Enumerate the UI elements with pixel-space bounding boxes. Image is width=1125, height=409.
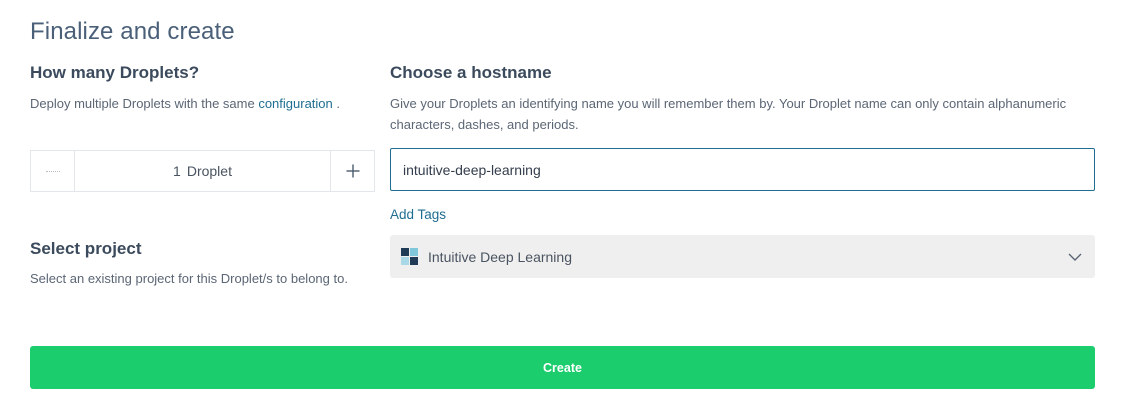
- droplet-count-heading: How many Droplets?: [30, 63, 200, 82]
- hostname-heading: Choose a hostname: [390, 63, 552, 82]
- project-icon-cell: [410, 257, 418, 265]
- project-icon-cell: [410, 248, 418, 256]
- project-select-value: Intuitive Deep Learning: [428, 248, 572, 265]
- droplet-count-value: 1 Droplet: [75, 151, 330, 191]
- droplet-count-desc-prefix: Deploy multiple Droplets with the same: [30, 96, 259, 111]
- minus-icon: [45, 170, 60, 172]
- decrement-button[interactable]: [31, 151, 75, 191]
- droplet-count-desc-suffix: .: [332, 96, 341, 111]
- chevron-down-icon: [1067, 249, 1083, 265]
- plus-icon: [346, 164, 359, 178]
- project-section: Select project Select an existing projec…: [30, 238, 375, 289]
- add-tags-link[interactable]: Add Tags: [390, 207, 446, 222]
- hostname-input[interactable]: [390, 148, 1095, 191]
- droplet-count-unit: Droplet: [186, 163, 232, 179]
- finalize-create-panel: Finalize and create How many Droplets? D…: [0, 0, 1125, 409]
- project-icon-cell: [401, 248, 409, 256]
- hostname-section: Choose a hostname Give your Droplets an …: [390, 62, 1095, 135]
- droplet-count-section: How many Droplets? Deploy multiple Dropl…: [30, 62, 375, 114]
- page-title: Finalize and create: [30, 18, 235, 45]
- increment-button[interactable]: [330, 151, 374, 191]
- create-button[interactable]: Create: [30, 346, 1095, 389]
- project-heading: Select project: [30, 239, 142, 258]
- project-select-dropdown[interactable]: Intuitive Deep Learning: [390, 235, 1095, 278]
- droplet-count-stepper: 1 Droplet: [30, 150, 375, 192]
- configuration-link[interactable]: configuration: [258, 96, 332, 111]
- droplet-count-number: 1: [173, 163, 181, 179]
- hostname-description: Give your Droplets an identifying name y…: [390, 96, 1067, 132]
- project-icon: [401, 248, 418, 265]
- project-description: Select an existing project for this Drop…: [30, 271, 348, 286]
- droplet-count-description: Deploy multiple Droplets with the same c…: [30, 93, 375, 114]
- project-icon-cell: [401, 257, 409, 265]
